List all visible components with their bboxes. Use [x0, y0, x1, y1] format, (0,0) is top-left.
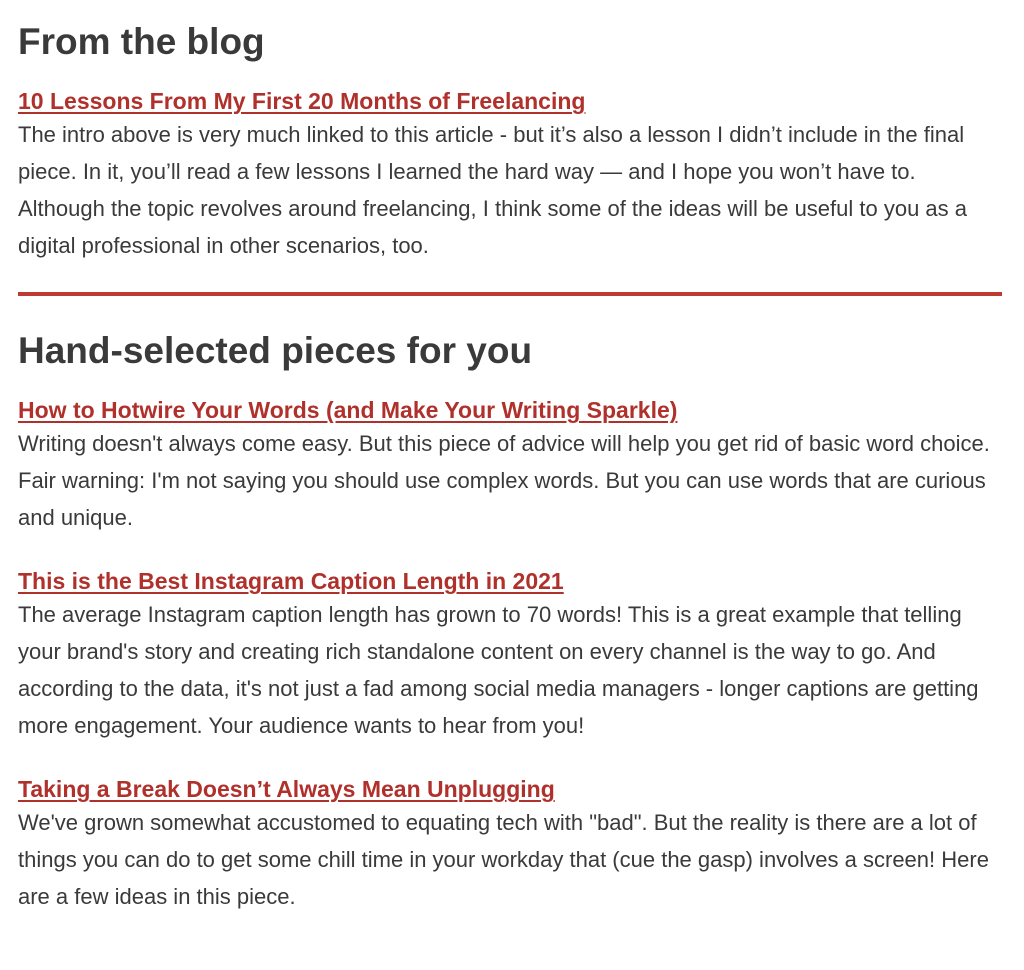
- list-item: How to Hotwire Your Words (and Make Your…: [18, 395, 1004, 536]
- article-link-freelancing-lessons[interactable]: 10 Lessons From My First 20 Months of Fr…: [18, 86, 585, 116]
- section-heading-from-the-blog: From the blog: [18, 21, 265, 62]
- section-divider: [18, 292, 1002, 296]
- list-item: This is the Best Instagram Caption Lengt…: [18, 566, 1004, 744]
- list-item: Taking a Break Doesn’t Always Mean Unplu…: [18, 774, 1004, 915]
- article-link-hotwire-words[interactable]: How to Hotwire Your Words (and Make Your…: [18, 395, 677, 425]
- blog-article: 10 Lessons From My First 20 Months of Fr…: [18, 86, 1004, 264]
- article-link-taking-a-break[interactable]: Taking a Break Doesn’t Always Mean Unplu…: [18, 774, 555, 804]
- newsletter-page: From the blog 10 Lessons From My First 2…: [0, 0, 1024, 970]
- from-the-blog-section: From the blog 10 Lessons From My First 2…: [18, 0, 1004, 264]
- section-heading-hand-selected: Hand-selected pieces for you: [18, 330, 533, 371]
- hand-selected-section: Hand-selected pieces for you How to Hotw…: [18, 329, 1004, 915]
- article-description: We've grown somewhat accustomed to equat…: [18, 810, 989, 909]
- article-description: The intro above is very much linked to t…: [18, 122, 968, 258]
- article-description: Writing doesn't always come easy. But th…: [18, 431, 990, 530]
- article-description: The average Instagram caption length has…: [18, 602, 979, 738]
- article-link-instagram-caption[interactable]: This is the Best Instagram Caption Lengt…: [18, 566, 564, 596]
